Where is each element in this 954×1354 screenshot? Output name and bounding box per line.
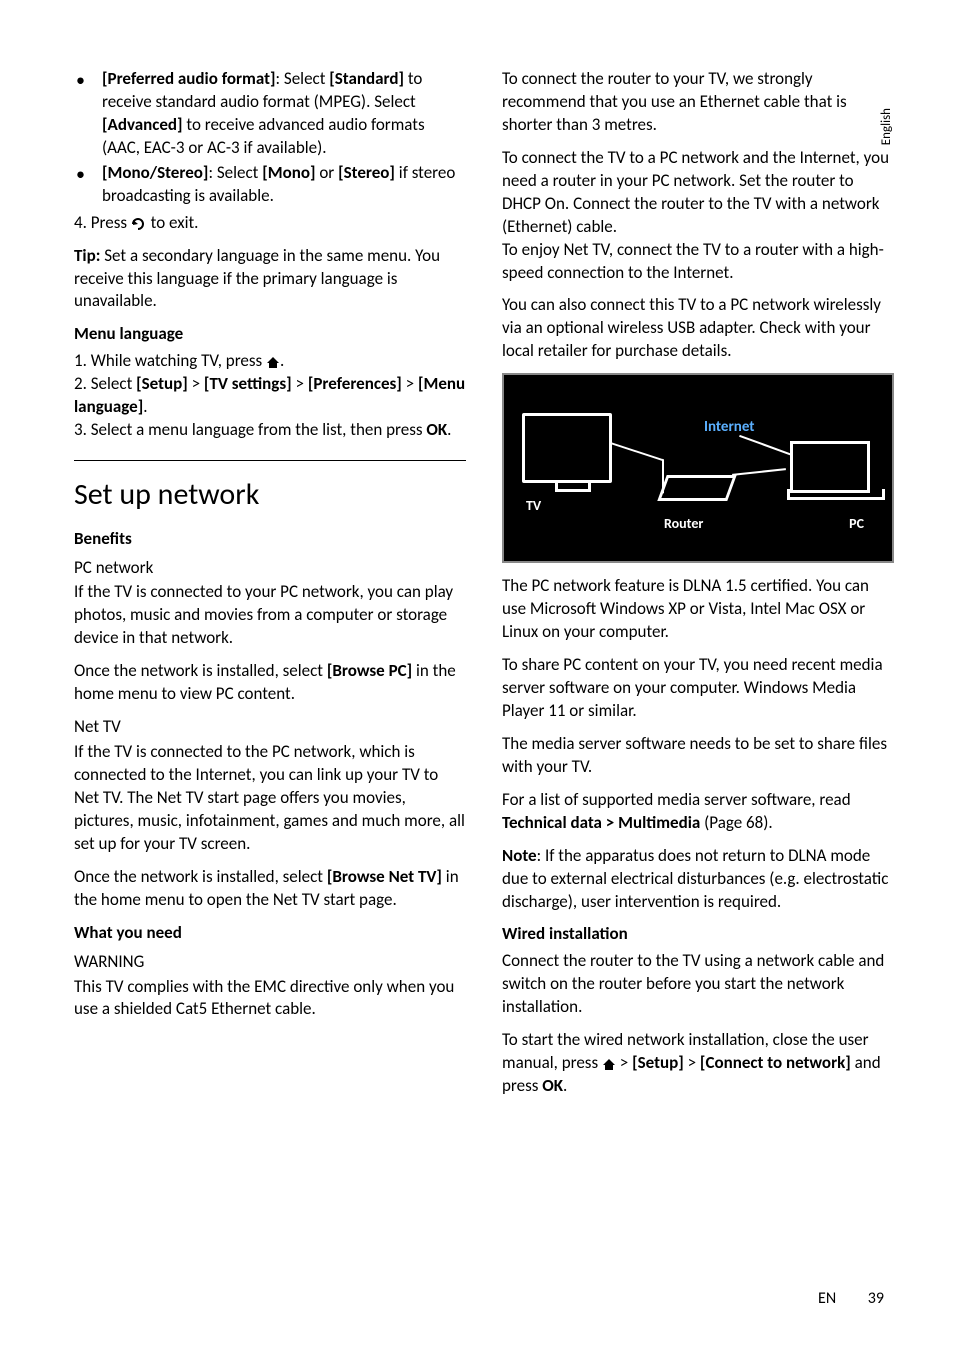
net-tv-heading: Net TV: [74, 716, 466, 739]
setup: [Setup]: [632, 1052, 684, 1073]
diagram-router-icon: [657, 475, 736, 501]
warning-text: This TV complies with the EMC directive …: [74, 976, 466, 1022]
text: or: [316, 162, 339, 183]
net-tv-router: To enjoy Net TV, connect the TV to a rou…: [502, 239, 894, 285]
footer-lang: EN: [818, 1289, 836, 1308]
text: 4. Press: [74, 212, 131, 233]
diagram-line: [612, 443, 664, 494]
diagram-tv-label: TV: [526, 497, 541, 516]
text: .: [143, 396, 147, 417]
text: : Select: [276, 68, 330, 89]
tip-para: Tip: Set a secondary language in the sam…: [74, 245, 466, 314]
network-diagram: TV Internet Router PC: [502, 373, 894, 563]
media-server-share: The media server software needs to be se…: [502, 733, 894, 779]
text: Once the network is installed, select: [74, 866, 327, 887]
pc-network-heading: PC network: [74, 557, 466, 580]
pc-network-para-1: If the TV is connected to your PC networ…: [74, 581, 466, 650]
browse-net-tv: [Browse Net TV]: [327, 866, 442, 887]
net-tv-para-1: If the TV is connected to the PC network…: [74, 741, 466, 856]
text: Once the network is installed, select: [74, 660, 327, 681]
text: For a list of supported media server sof…: [502, 789, 851, 810]
ok: OK: [426, 419, 447, 440]
wired-para-2: To start the wired network installation,…: [502, 1029, 894, 1098]
text: to exit.: [147, 212, 199, 233]
menu-language-heading: Menu language: [74, 323, 466, 346]
page-columns: [Preferred audio format]: Select [Standa…: [74, 68, 894, 1108]
preferences: [Preferences]: [308, 373, 402, 394]
text: 1. While watching TV, press: [74, 350, 266, 371]
router-recommend: To connect the router to your TV, we str…: [502, 68, 894, 137]
home-icon: [266, 356, 280, 369]
dlna-certified: The PC network feature is DLNA 1.5 certi…: [502, 575, 894, 644]
diagram-router-label: Router: [664, 515, 703, 534]
supported-software: For a list of supported media server sof…: [502, 789, 894, 835]
left-column: [Preferred audio format]: Select [Standa…: [74, 68, 466, 1108]
pc-network-para-2: Once the network is installed, select [B…: [74, 660, 466, 706]
opt-stereo: [Stereo]: [338, 162, 395, 183]
diagram-internet-label: Internet: [704, 417, 755, 437]
diagram-line: [727, 435, 790, 487]
warning-heading: WARNING: [74, 951, 466, 974]
benefits-heading: Benefits: [74, 528, 466, 551]
page-number: 39: [868, 1289, 884, 1308]
sep: >: [402, 373, 418, 394]
step-3: 3. Select a menu language from the list,…: [74, 419, 466, 442]
text: .: [447, 419, 451, 440]
technical-data-link: Technical data > Multimedia: [502, 812, 700, 833]
tip-text: Set a secondary language in the same men…: [74, 245, 440, 312]
bullet-list: [Preferred audio format]: Select [Standa…: [74, 68, 466, 208]
page-footer: EN 39: [818, 1288, 884, 1310]
browse-pc: [Browse PC]: [327, 660, 412, 681]
opt-advanced: [Advanced]: [102, 114, 183, 135]
home-icon: [602, 1058, 616, 1071]
text: 2. Select: [74, 373, 136, 394]
right-column: To connect the router to your TV, we str…: [502, 68, 894, 1108]
label: [Mono/Stereo]: [102, 162, 208, 183]
step-4: 4. Press to exit.: [74, 212, 466, 235]
sep: >: [188, 373, 204, 394]
what-you-need-heading: What you need: [74, 922, 466, 945]
connect-to-network: [Connect to network]: [700, 1052, 851, 1073]
wired-installation-heading: Wired installation: [502, 923, 894, 946]
language-tab: English: [878, 108, 896, 145]
media-server-need: To share PC content on your TV, you need…: [502, 654, 894, 723]
pc-network-connect: To connect the TV to a PC network and th…: [502, 147, 894, 239]
text: (Page 68).: [700, 812, 772, 833]
note-text: : If the apparatus does not return to DL…: [502, 845, 888, 912]
back-icon: [131, 217, 147, 231]
diagram-pc-icon: [790, 441, 870, 493]
diagram-tv-icon: [522, 413, 612, 483]
wireless-adapter: You can also connect this TV to a PC net…: [502, 294, 894, 363]
label: [Preferred audio format]: [102, 68, 276, 89]
text: 3. Select a menu language from the list,…: [74, 419, 426, 440]
diagram-pc-label: PC: [849, 515, 864, 534]
setup: [Setup]: [136, 373, 188, 394]
sep: >: [684, 1052, 700, 1073]
ok: OK: [542, 1075, 563, 1096]
sep: >: [292, 373, 308, 394]
step-1: 1. While watching TV, press .: [74, 350, 466, 373]
tip-label: Tip:: [74, 245, 100, 266]
menu-lang-steps: 1. While watching TV, press . 2. Select …: [74, 350, 466, 442]
note-dlna: Note: If the apparatus does not return t…: [502, 845, 894, 914]
sep: >: [616, 1052, 632, 1073]
text: .: [563, 1075, 567, 1096]
text: : Select: [208, 162, 262, 183]
opt-standard: [Standard]: [329, 68, 404, 89]
bullet-mono-stereo: [Mono/Stereo]: Select [Mono] or [Stereo]…: [102, 162, 466, 208]
opt-mono: [Mono]: [262, 162, 315, 183]
bullet-preferred-audio: [Preferred audio format]: Select [Standa…: [102, 68, 466, 160]
text: .: [280, 350, 284, 371]
section-heading-setup-network: Set up network: [74, 460, 466, 516]
step-2: 2. Select [Setup] > [TV settings] > [Pre…: [74, 373, 466, 419]
net-tv-para-2: Once the network is installed, select [B…: [74, 866, 466, 912]
note-label: Note: [502, 845, 537, 866]
tv-settings: [TV settings]: [204, 373, 292, 394]
wired-para-1: Connect the router to the TV using a net…: [502, 950, 894, 1019]
